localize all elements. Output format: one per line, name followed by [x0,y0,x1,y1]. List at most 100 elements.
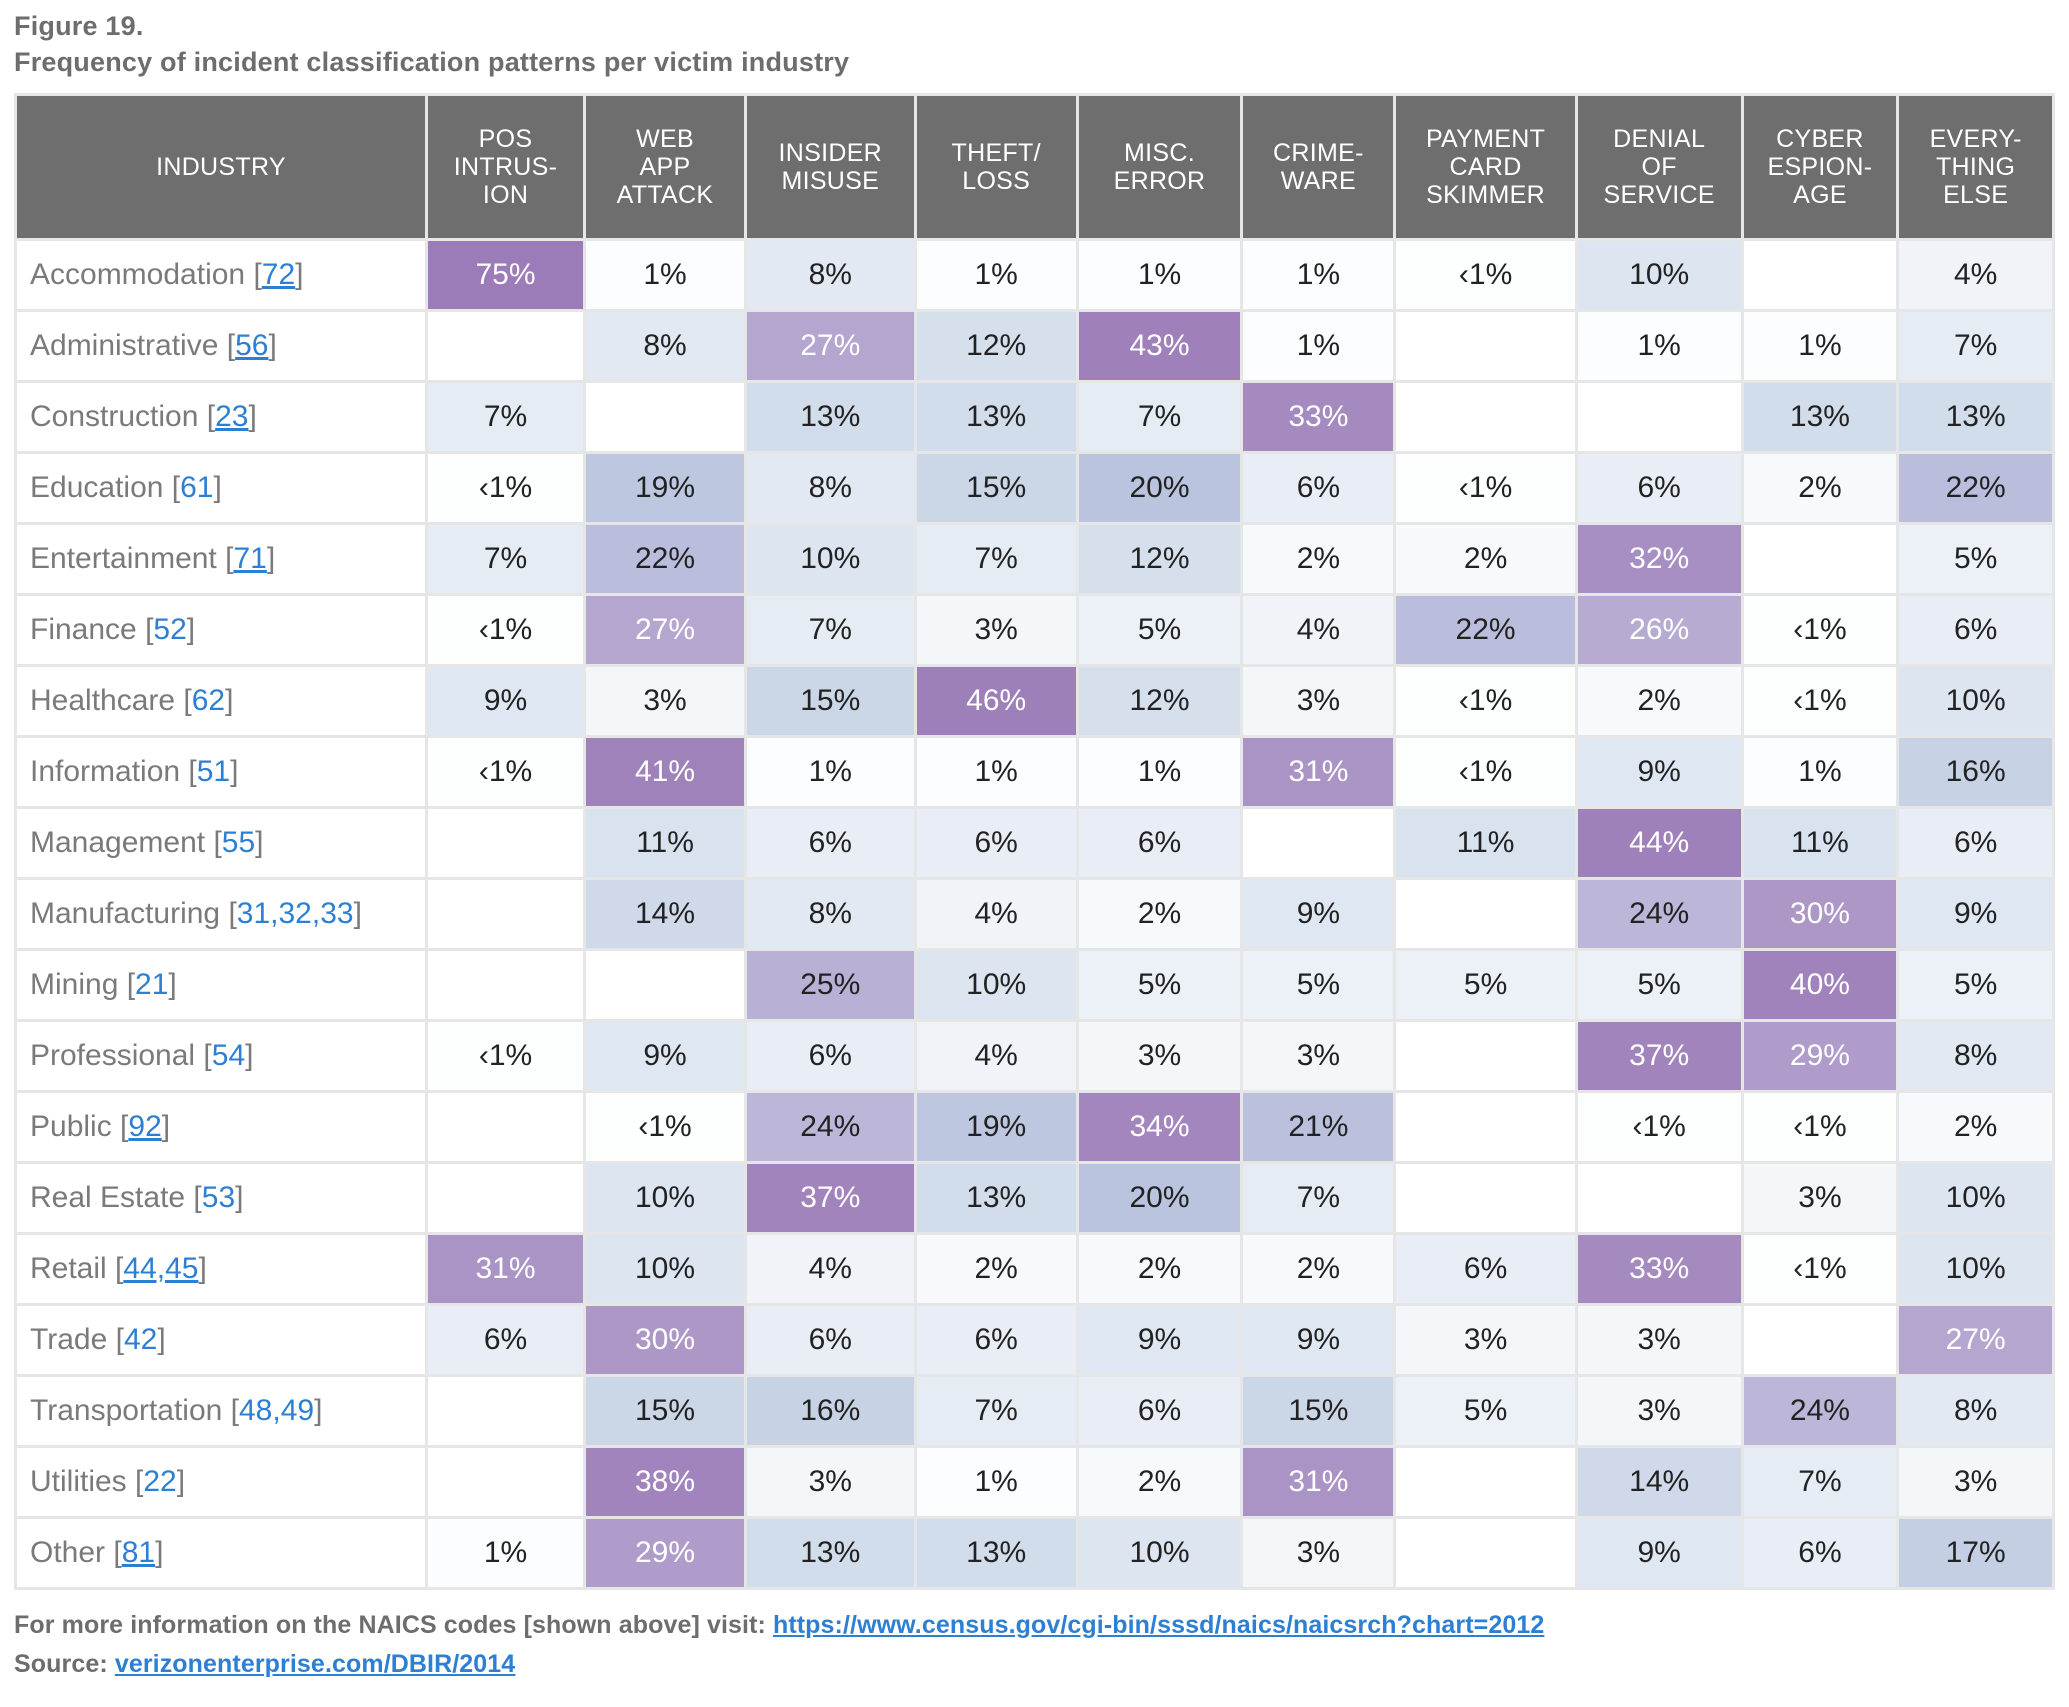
matrix-cell: 31% [1243,1447,1394,1516]
figure-page: Figure 19. Frequency of incident classif… [0,0,2069,1707]
table-row: Mining [21] 25% 10% 5% 5% 5% 5% 40% 5% [17,950,2052,1019]
naics-link[interactable]: https://www.census.gov/cgi-bin/sssd/naic… [773,1611,1544,1639]
naics-bracket-open: [ [180,754,197,788]
industry-label-real-estate: Real Estate [53] [17,1163,425,1232]
naics-bracket-open: [ [220,896,237,930]
table-row: Utilities [22] 38% 3% 1% 2% 31% 14% 7% 3% [17,1447,2052,1516]
table-row: Manufacturing [31,32,33] 14% 8% 4% 2% 9% 24% 30… [17,879,2052,948]
matrix-cell: 1% [916,737,1076,806]
matrix-cell: ‹1% [586,1092,744,1161]
naics-code[interactable]: 44,45 [123,1252,198,1285]
matrix-cell: 31% [1243,737,1394,806]
naics-bracket-open: [ [205,825,222,859]
matrix-cell: 2% [916,1234,1076,1303]
industry-name: Education [30,470,164,504]
source-link[interactable]: verizonenterprise.com/DBIR/2014 [115,1650,515,1678]
matrix-cell: ‹1% [1743,1092,1897,1161]
naics-note-text: For more information on the NAICS codes … [14,1610,766,1639]
matrix-cell: 15% [586,1376,744,1445]
column-header-line: ELSE [1943,180,2009,209]
industry-label-entertainment: Entertainment [71] [17,524,425,593]
column-header-line: INTRUS- [453,152,558,181]
matrix-cell: 1% [916,240,1076,309]
industry-label-finance: Finance [52] [17,595,425,664]
matrix-cell: 13% [916,1518,1076,1587]
matrix-cell: 13% [916,1163,1076,1232]
column-header-line: MISUSE [781,166,880,195]
naics-bracket-close: ] [157,1322,166,1356]
matrix-cell: 10% [586,1234,744,1303]
naics-bracket-open: [ [245,257,262,291]
naics-code[interactable]: 92 [128,1110,161,1143]
naics-note: For more information on the NAICS codes … [14,1606,2055,1645]
matrix-cell: ‹1% [1743,666,1897,735]
naics-code[interactable]: 56 [235,329,268,362]
industry-name: Retail [30,1251,107,1285]
matrix-cell: 9% [1577,737,1741,806]
matrix-cell [427,1447,584,1516]
matrix-cell: 11% [586,808,744,877]
matrix-cell: 6% [1396,1234,1575,1303]
column-header-industry: INDUSTRY [17,95,425,238]
industry-name: Construction [30,399,199,433]
naics-code[interactable]: 71 [233,542,266,575]
matrix-cell: 6% [427,1305,584,1374]
industry-label-other: Other [81] [17,1518,425,1587]
column-header-line: CARD [1449,152,1522,181]
naics-bracket-open: [ [218,328,236,362]
table-row: Education [61] ‹1% 19% 8% 15% 20% 6% ‹1% 6% 2% 22% [17,453,2052,522]
matrix-cell [427,311,584,380]
matrix-cell [1396,1447,1575,1516]
matrix-cell: 10% [1577,240,1741,309]
matrix-cell: 6% [746,1021,914,1090]
naics-code[interactable]: 72 [262,258,295,291]
naics-code: 48,49 [239,1393,315,1427]
matrix-cell: 14% [586,879,744,948]
naics-bracket-open: [ [126,1464,144,1498]
naics-bracket-close: ] [213,470,222,504]
matrix-cell: ‹1% [427,1021,584,1090]
table-row: Finance [52] ‹1% 27% 7% 3% 5% 4% 22% 26% ‹1% 6% [17,595,2052,664]
matrix-cell: 7% [1743,1447,1897,1516]
industry-label-mining: Mining [21] [17,950,425,1019]
matrix-cell: 15% [746,666,914,735]
matrix-cell: 8% [1899,1376,2052,1445]
table-row: Construction [23] 7% 13% 13% 7% 33% 13% 13% [17,382,2052,451]
matrix-cell: 1% [1078,240,1241,309]
industry-name: Healthcare [30,683,176,717]
table-row: Real Estate [53] 10% 37% 13% 20% 7% 3% 10% [17,1163,2052,1232]
naics-code: 55 [221,825,256,859]
matrix-cell [1396,1518,1575,1587]
matrix-cell: 3% [1577,1376,1741,1445]
table-row: Entertainment [71] 7% 22% 10% 7% 12% 2% 2% 32% 5% [17,524,2052,593]
matrix-cell: 3% [746,1447,914,1516]
industry-name: Professional [30,1038,196,1072]
industry-label-education: Education [61] [17,453,425,522]
naics-code: 52 [153,612,187,646]
column-header-line: ATTACK [616,180,714,209]
matrix-cell: 30% [1743,879,1897,948]
naics-code[interactable]: 81 [122,1536,155,1569]
matrix-cell: 1% [427,1518,584,1587]
naics-bracket-open: [ [222,1393,239,1427]
matrix-cell: 1% [1243,240,1394,309]
column-header-8: DENIAL OF SERVICE [1577,95,1741,238]
matrix-cell: 3% [586,666,744,735]
matrix-cell [427,1376,584,1445]
matrix-cell: 43% [1078,311,1241,380]
matrix-cell: 7% [916,524,1076,593]
industry-label-information: Information [51] [17,737,425,806]
column-header-line: POS [478,124,533,153]
matrix-cell [1396,1092,1575,1161]
matrix-cell [1743,524,1897,593]
naics-code: 62 [191,683,226,717]
matrix-cell: 46% [916,666,1076,735]
naics-bracket-close: ] [266,541,276,575]
matrix-cell [427,1163,584,1232]
matrix-cell: 41% [586,737,744,806]
naics-code[interactable]: 23 [215,400,248,433]
incident-pattern-matrix: INDUSTRY POS INTRUS- ION WEB APP ATTACK INSIDER… [14,92,2055,1590]
matrix-cell [427,879,584,948]
column-header-line: CYBER [1776,124,1864,153]
table-row: Management [55] 11% 6% 6% 6% 11% 44% 11% 6% [17,808,2052,877]
